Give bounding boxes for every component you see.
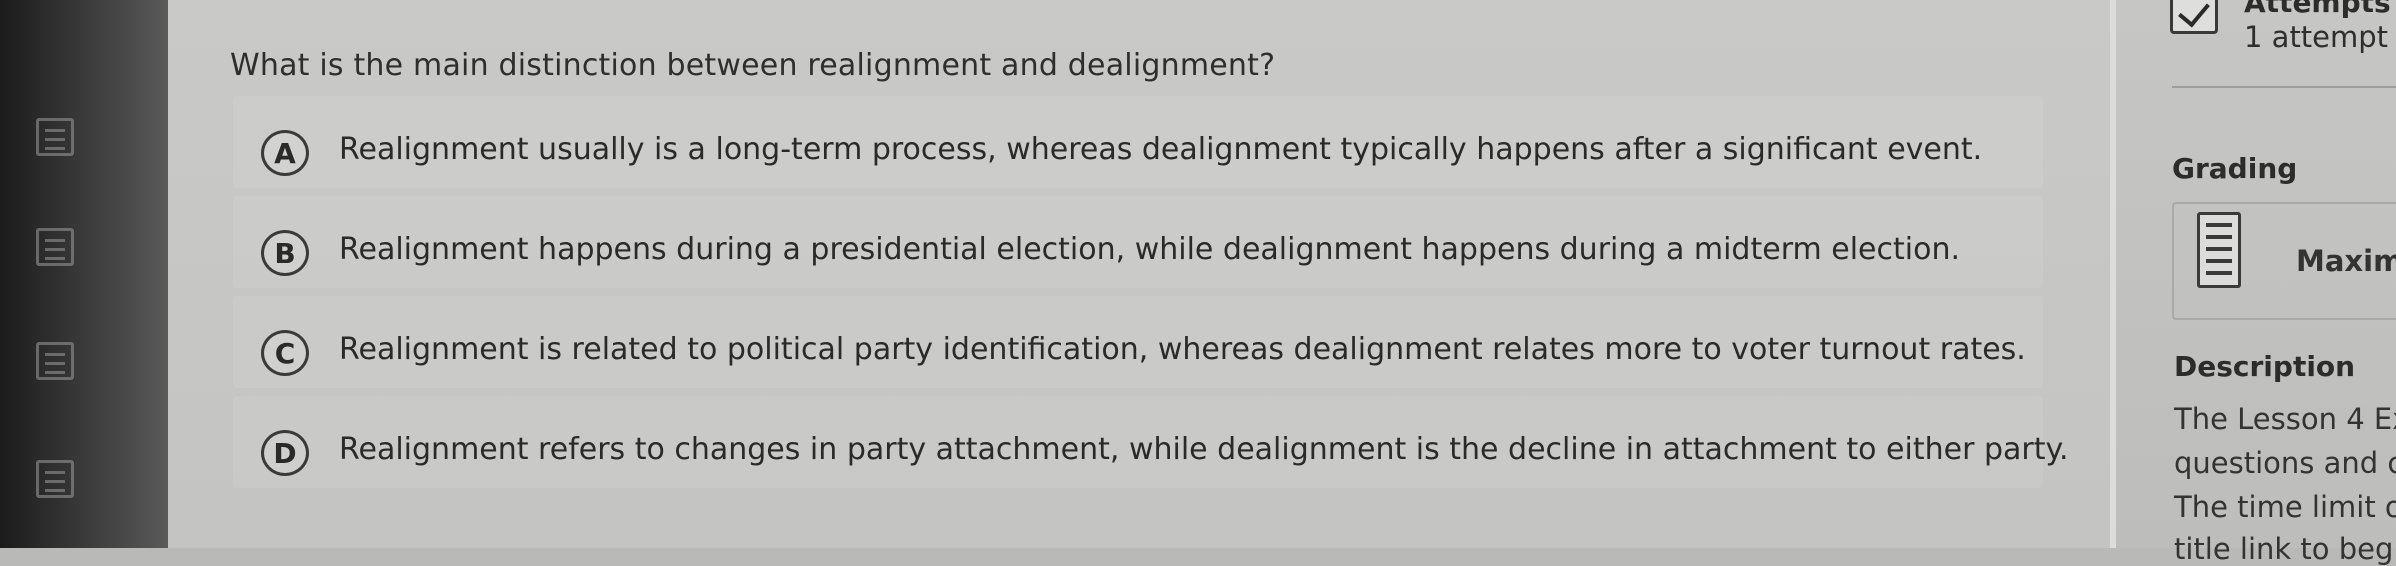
attempts-value: 1 attempt l <box>2244 20 2396 54</box>
checkbox-icon <box>2170 0 2218 34</box>
question-prompt: What is the main distinction between rea… <box>230 48 1276 83</box>
grading-heading: Grading <box>2172 152 2298 185</box>
tool-icon[interactable] <box>36 460 74 498</box>
answer-option-d[interactable]: D Realignment refers to changes in party… <box>233 396 2068 488</box>
description-heading: Description <box>2174 350 2356 383</box>
option-letter[interactable]: A <box>261 130 309 176</box>
answer-options: A Realignment usually is a long-term pro… <box>233 96 2068 496</box>
option-text: Realignment is related to political part… <box>339 332 2026 367</box>
answer-option-b[interactable]: B Realignment happens during a president… <box>233 196 2043 288</box>
option-letter[interactable]: D <box>261 430 309 476</box>
document-icon[interactable] <box>36 342 74 380</box>
mail-icon[interactable] <box>36 228 74 266</box>
left-app-rail <box>0 0 168 548</box>
description-line: The Lesson 4 Ex <box>2174 402 2396 436</box>
answer-option-a[interactable]: A Realignment usually is a long-term pro… <box>233 96 2043 188</box>
option-text: Realignment refers to changes in party a… <box>339 432 2069 467</box>
section-divider <box>2172 86 2396 88</box>
option-letter[interactable]: C <box>261 330 309 376</box>
description-line: title link to begi <box>2174 532 2396 566</box>
option-letter[interactable]: B <box>261 230 309 276</box>
description-line: questions and c <box>2174 446 2396 480</box>
answer-option-c[interactable]: C Realignment is related to political pa… <box>233 296 2043 388</box>
grid-icon[interactable] <box>36 118 74 156</box>
description-line: The time limit or <box>2174 490 2396 524</box>
calculator-icon <box>2197 212 2241 288</box>
max-score-label: Maxim <box>2296 244 2396 278</box>
option-text: Realignment usually is a long-term proce… <box>339 132 1983 167</box>
option-text: Realignment happens during a presidentia… <box>339 232 1961 267</box>
attempts-heading: Attempts <box>2244 0 2391 19</box>
